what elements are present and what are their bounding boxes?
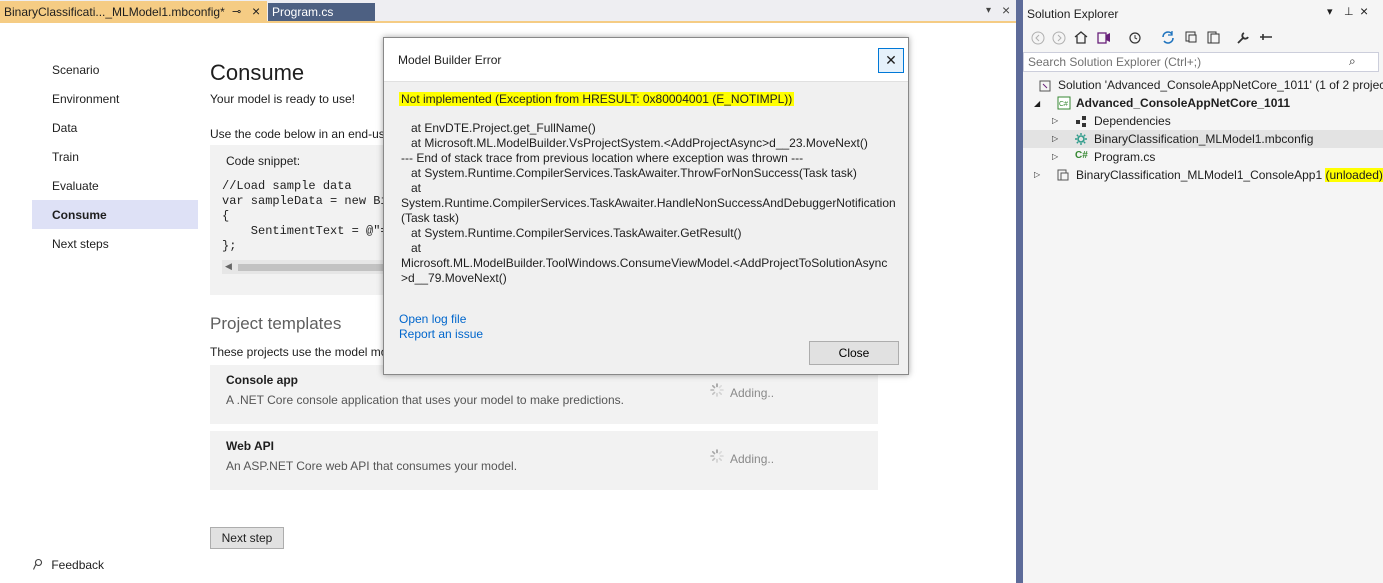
home-icon[interactable]: [1073, 30, 1089, 45]
model-builder-error-dialog: Model Builder Error ✕ Not implemented (E…: [383, 37, 909, 375]
code-line: //Load sample data: [222, 179, 352, 193]
scrollbar-thumb[interactable]: [238, 264, 384, 271]
history-icon[interactable]: [1127, 30, 1143, 45]
nav-item-scenario[interactable]: Scenario: [52, 63, 99, 77]
collapsed-icon[interactable]: ▷: [1052, 116, 1058, 125]
dependencies-icon: [1076, 116, 1086, 127]
solution-icon: [1039, 80, 1051, 92]
scroll-left-icon[interactable]: ◀: [225, 261, 232, 272]
templates-heading: Project templates: [210, 314, 342, 333]
tab-close-icon[interactable]: ×: [252, 3, 260, 19]
nav-item-environment[interactable]: Environment: [52, 92, 119, 106]
properties-icon[interactable]: [1235, 30, 1251, 45]
search-icon[interactable]: ⌕: [1349, 54, 1356, 69]
unloaded-project-name: BinaryClassification_MLModel1_ConsoleApp…: [1076, 168, 1323, 182]
card-title: Web API: [226, 439, 275, 453]
sync-icon[interactable]: [1160, 30, 1176, 45]
dialog-close-icon[interactable]: ✕: [878, 48, 904, 73]
code-line: };: [222, 239, 237, 253]
tree-item-unloaded-project[interactable]: BinaryClassification_MLModel1_ConsoleApp…: [1076, 168, 1383, 182]
mbconfig-icon: [1075, 133, 1087, 145]
card-title: Console app: [226, 373, 299, 387]
dialog-titlebar: Model Builder Error ✕: [384, 38, 908, 82]
card-status: Adding..: [730, 386, 775, 400]
tab-mbconfig[interactable]: BinaryClassificati..._MLModel1.mbconfig*…: [0, 1, 267, 22]
unloaded-project-icon: [1057, 169, 1069, 181]
panel-dropdown-icon[interactable]: ▾: [1327, 5, 1333, 18]
code-line: var sampleData = new Bi: [222, 194, 388, 208]
tab-list-dropdown-icon[interactable]: ▾: [986, 5, 991, 16]
nav-item-next-steps[interactable]: Next steps: [52, 237, 109, 251]
close-button[interactable]: Close: [809, 341, 899, 365]
back-icon[interactable]: [1031, 31, 1045, 45]
tab-mbconfig-label: BinaryClassificati..._MLModel1.mbconfig*: [4, 5, 225, 19]
collapsed-icon[interactable]: ▷: [1052, 152, 1058, 161]
loading-spinner-icon: [710, 449, 724, 463]
card-status: Adding..: [730, 452, 775, 466]
nav-item-data[interactable]: Data: [52, 121, 77, 135]
tree-item-project[interactable]: Advanced_ConsoleAppNetCore_1011: [1076, 96, 1290, 110]
code-line: SentimentText = @"=: [222, 224, 388, 238]
template-card-web-api[interactable]: Web API An ASP.NET Core web API that con…: [210, 431, 878, 490]
next-step-button[interactable]: Next step: [210, 527, 284, 549]
page-subtitle: Your model is ready to use!: [210, 92, 355, 106]
tab-program-cs-label: Program.cs: [272, 5, 334, 19]
unloaded-tag: (unloaded): [1325, 168, 1383, 182]
nav-item-train[interactable]: Train: [52, 150, 79, 164]
code-snippet-label: Code snippet:: [226, 154, 301, 168]
solution-explorer-title: Solution Explorer: [1027, 7, 1119, 21]
expanded-icon[interactable]: ◢: [1034, 99, 1040, 108]
templates-description: These projects use the model mo: [210, 345, 388, 359]
show-all-files-icon[interactable]: [1205, 30, 1221, 45]
tree-item-dependencies[interactable]: Dependencies: [1094, 114, 1171, 128]
panel-close-icon[interactable]: ×: [1360, 3, 1368, 19]
card-description: A .NET Core console application that use…: [226, 393, 624, 407]
report-issue-link[interactable]: Report an issue: [399, 327, 483, 341]
open-log-file-link[interactable]: Open log file: [399, 312, 466, 326]
collapse-all-icon[interactable]: [1183, 30, 1199, 45]
page-description: Use the code below in an end-us: [210, 127, 385, 141]
feedback-icon: [33, 558, 42, 570]
feedback-label: Feedback: [51, 558, 105, 572]
nav-item-evaluate[interactable]: Evaluate: [52, 179, 99, 193]
nav-item-consume[interactable]: Consume: [52, 208, 107, 222]
tab-underline: [0, 21, 1016, 23]
collapsed-icon[interactable]: ▷: [1052, 134, 1058, 143]
stack-trace: at EnvDTE.Project.get_FullName() at Micr…: [401, 121, 896, 285]
error-message: Not implemented (Exception from HRESULT:…: [399, 92, 795, 106]
csharp-file-icon: C#: [1075, 150, 1088, 161]
tab-program-cs[interactable]: Program.cs: [268, 3, 375, 21]
search-placeholder: Search Solution Explorer (Ctrl+;): [1028, 55, 1202, 69]
panel-splitter[interactable]: [1016, 0, 1023, 583]
tree-item-solution[interactable]: Solution 'Advanced_ConsoleAppNetCore_101…: [1058, 78, 1383, 92]
forward-icon[interactable]: [1052, 31, 1066, 45]
csharp-project-icon: C#: [1057, 96, 1071, 110]
tree-item-mbconfig[interactable]: BinaryClassification_MLModel1.mbconfig: [1094, 132, 1313, 146]
card-description: An ASP.NET Core web API that consumes yo…: [226, 459, 518, 473]
code-horizontal-scrollbar[interactable]: ◀: [222, 260, 384, 274]
pin-icon[interactable]: ⊸: [232, 5, 241, 18]
dialog-title: Model Builder Error: [398, 53, 502, 67]
page-title: Consume: [210, 60, 305, 85]
loading-spinner-icon: [710, 383, 724, 397]
panel-pin-icon[interactable]: ⊥: [1344, 5, 1354, 18]
tree-item-program-cs[interactable]: Program.cs: [1094, 150, 1155, 164]
preview-icon[interactable]: [1258, 30, 1274, 45]
collapsed-icon[interactable]: ▷: [1034, 170, 1040, 179]
vs-switch-icon[interactable]: [1096, 30, 1112, 45]
close-document-icon[interactable]: ×: [1002, 2, 1010, 18]
svg-text:C#: C#: [1059, 101, 1068, 108]
feedback-link[interactable]: Feedback: [32, 558, 104, 572]
code-line: {: [222, 209, 230, 223]
